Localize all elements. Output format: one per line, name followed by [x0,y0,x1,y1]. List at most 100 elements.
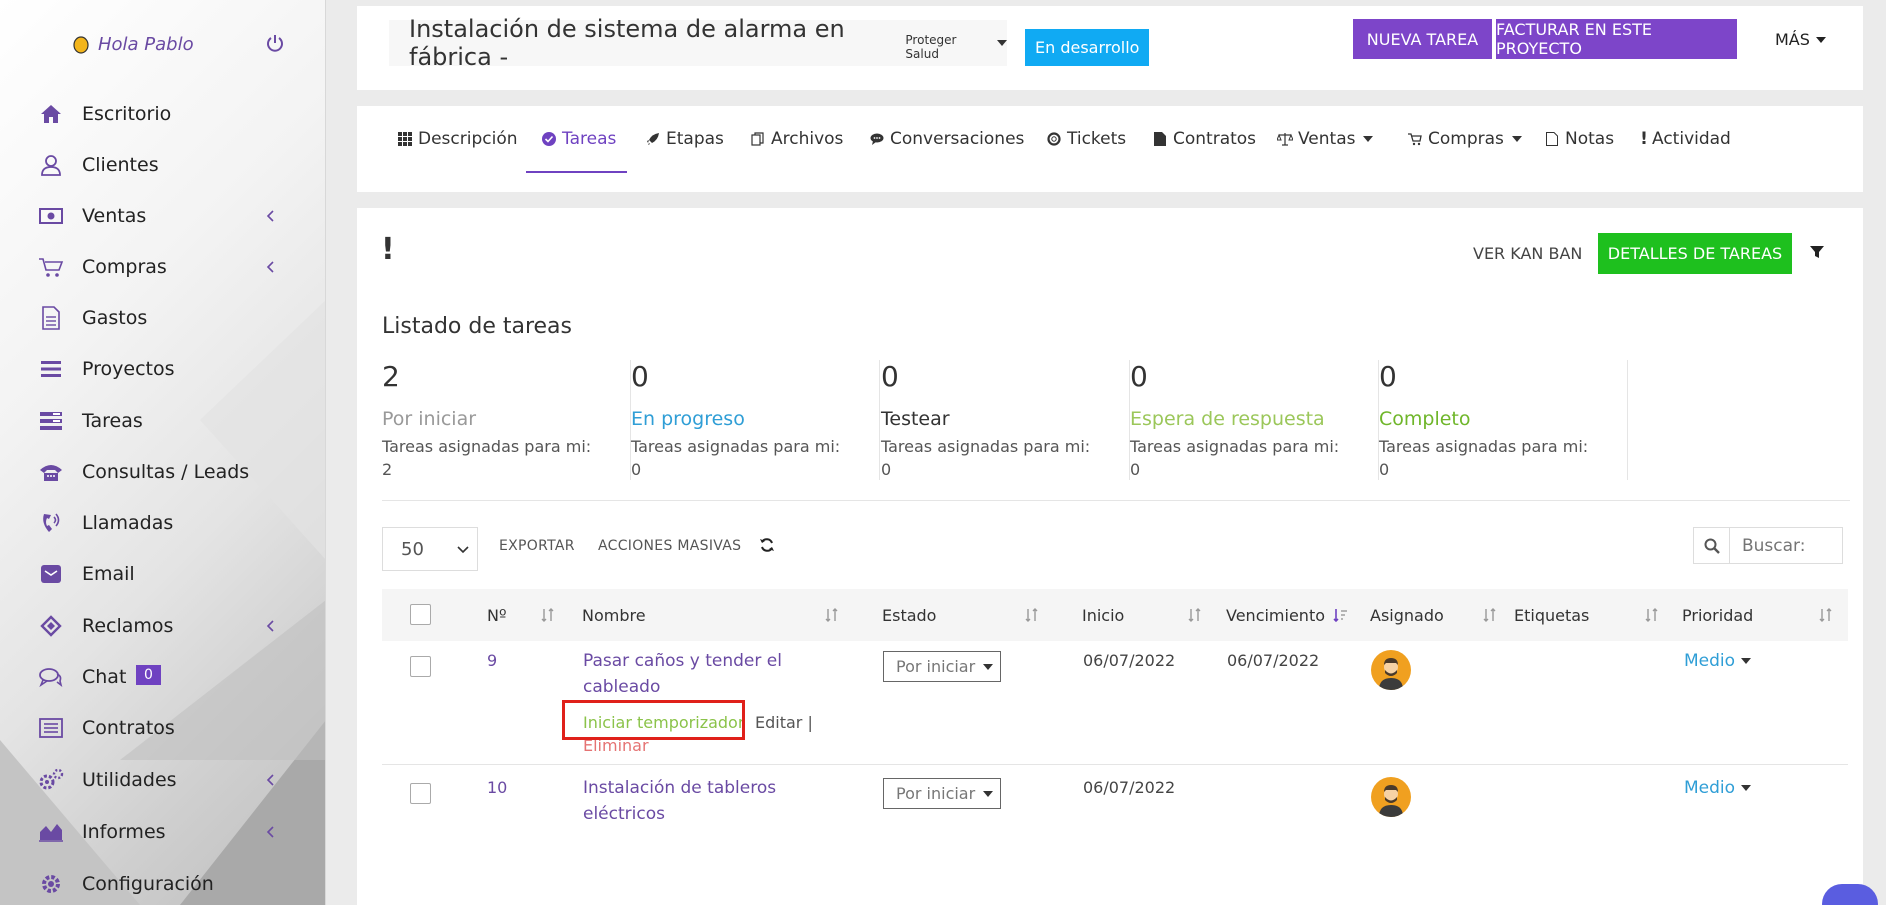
sidebar-item-gastos[interactable]: Gastos [0,300,325,336]
tab-compras[interactable]: Compras [1407,106,1522,172]
sort-icon[interactable] [824,607,840,623]
task-details-button[interactable]: DETALLES DE TAREAS [1598,233,1792,274]
sidebar-item-chat[interactable]: Chat 0 [0,659,325,695]
bulk-actions-button[interactable]: ACCIONES MASIVAS [598,538,741,554]
column-header-etiquetas[interactable]: Etiquetas [1514,589,1589,641]
sidebar-item-label: Proyectos [82,358,175,380]
invoice-project-button[interactable]: FACTURAR EN ESTE PROYECTO [1496,19,1737,59]
more-menu-button[interactable]: MÁS [1775,30,1826,49]
user-greeting[interactable]: Hola Pablo [70,30,290,58]
tab-notas[interactable]: Notas [1544,106,1614,172]
tab-label: Tareas [562,129,617,149]
sidebar-item-utilidades[interactable]: Utilidades [0,762,325,798]
tab-conversaciones[interactable]: Conversaciones [869,106,1024,172]
chevron-left-icon [266,261,274,273]
export-button[interactable]: EXPORTAR [499,538,575,554]
sort-icon[interactable] [1187,607,1203,623]
status-dropdown[interactable]: Por iniciar [883,651,1001,682]
tasks-panel: ! VER KAN BAN DETALLES DE TAREAS Listado… [357,208,1863,905]
task-id-link[interactable]: 9 [487,651,497,670]
cart-icon [1407,131,1423,147]
assignee-avatar[interactable] [1371,650,1411,690]
column-header-prioridad[interactable]: Prioridad [1682,589,1753,641]
sidebar-item-tareas[interactable]: Tareas [0,403,325,439]
cart-icon [38,254,64,280]
search-box[interactable] [1693,527,1843,564]
sidebar-item-contratos[interactable]: Contratos [0,710,325,746]
tab-label: Contratos [1173,129,1257,149]
sort-icon[interactable] [1024,607,1040,623]
column-header-vencimiento[interactable]: Vencimiento [1226,589,1325,641]
tab-actividad[interactable]: ! Actividad [1640,106,1731,172]
chevron-left-icon [266,826,274,838]
note-icon [1544,131,1560,147]
column-header-estado[interactable]: Estado [882,589,936,641]
greeting-text: Hola Pablo [98,33,194,55]
sidebar-item-label: Contratos [82,717,175,739]
chevron-left-icon [266,774,274,786]
tab-label: Ventas [1298,129,1356,149]
priority-dropdown[interactable]: Medio [1684,651,1752,671]
tab-etapas[interactable]: Etapas [645,106,724,172]
assignee-avatar[interactable] [1371,777,1411,817]
tab-label: Archivos [771,129,844,149]
new-task-button[interactable]: NUEVA TAREA [1353,19,1492,59]
per-page-value: 50 [401,538,424,560]
view-kanban-button[interactable]: VER KAN BAN [1473,244,1582,263]
stat-sub: Tareas asignadas para mi: 0 [1130,437,1340,479]
sort-desc-icon[interactable] [1332,607,1348,623]
sort-icon[interactable] [540,607,556,623]
sidebar-item-configuracion[interactable]: Configuración [0,866,325,902]
project-selector[interactable]: Instalación de sistema de alarma en fábr… [389,15,1007,71]
sort-icon[interactable] [1644,607,1660,623]
sidebar-item-escritorio[interactable]: Escritorio [0,96,325,132]
column-header-inicio[interactable]: Inicio [1082,589,1124,641]
tab-contratos[interactable]: Contratos [1152,106,1256,172]
task-id-link[interactable]: 10 [487,778,507,797]
priority-dropdown[interactable]: Medio [1684,778,1752,798]
tab-archivos[interactable]: Archivos [750,106,843,172]
row-checkbox[interactable] [410,783,431,804]
status-dropdown[interactable]: Por iniciar [883,778,1001,809]
stat-en-progreso: 0 En progreso Tareas asignadas para mi: 0 [631,360,880,480]
sidebar-item-label: Consultas / Leads [82,461,250,483]
sidebar-item-compras[interactable]: Compras [0,249,325,285]
tab-descripcion[interactable]: Descripción [397,106,518,172]
column-header-nombre[interactable]: Nombre [582,589,646,641]
sidebar-item-ventas[interactable]: Ventas [0,198,325,234]
task-name-link[interactable]: Instalación de tableros eléctricos [583,775,776,827]
home-icon [38,101,64,127]
check-circle-icon [541,131,557,147]
sidebar-item-clientes[interactable]: Clientes [0,147,325,183]
refresh-icon[interactable] [759,537,775,553]
row-checkbox[interactable] [410,656,431,677]
sidebar-item-email[interactable]: Email [0,556,325,592]
search-input[interactable] [1742,535,1842,556]
column-header-asignado[interactable]: Asignado [1370,589,1444,641]
tab-ventas[interactable]: Ventas [1277,106,1374,172]
filter-icon[interactable] [1809,244,1825,260]
floating-chat-button[interactable] [1822,884,1878,905]
caret-down-icon [983,790,994,797]
sidebar-item-llamadas[interactable]: Llamadas [0,505,325,541]
list-alt-icon [38,715,64,741]
comments-icon [38,664,64,690]
sidebar-item-proyectos[interactable]: Proyectos [0,351,325,387]
stat-count: 2 [382,360,400,393]
column-header-numero[interactable]: Nº [487,589,507,641]
tab-tareas[interactable]: Tareas [541,106,616,172]
sidebar-item-reclamos[interactable]: Reclamos [0,608,325,644]
select-all-checkbox[interactable] [410,604,431,625]
tab-tickets[interactable]: Tickets [1046,106,1126,172]
sidebar-item-informes[interactable]: Informes [0,814,325,850]
tab-label: Conversaciones [890,129,1025,149]
per-page-select[interactable]: 50 [382,527,478,571]
stat-espera-respuesta: 0 Espera de respuesta Tareas asignadas p… [1130,360,1379,480]
power-icon[interactable] [264,32,286,54]
sidebar-item-consultas-leads[interactable]: Consultas / Leads [0,454,325,490]
task-name-link[interactable]: Pasar caños y tender el cableado [583,648,782,700]
sort-icon[interactable] [1818,607,1834,623]
edit-task-link[interactable]: Editar | [755,713,813,732]
sort-icon[interactable] [1482,607,1498,623]
chevron-left-icon [266,210,274,222]
